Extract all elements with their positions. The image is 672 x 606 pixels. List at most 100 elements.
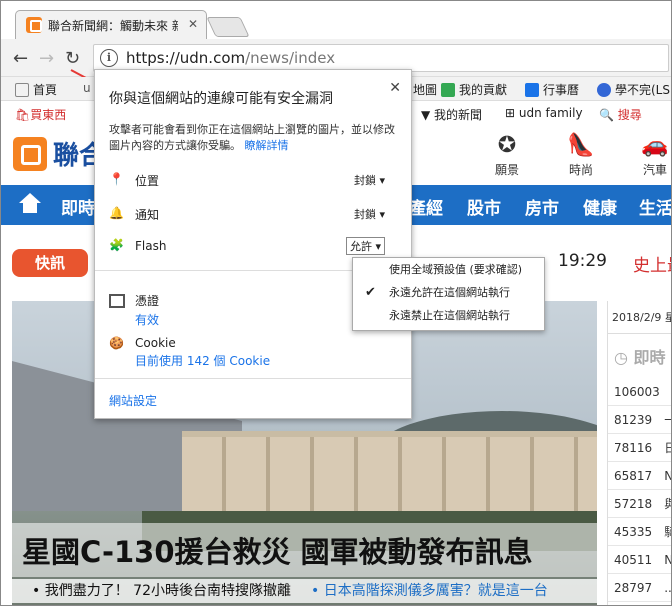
ticker-text[interactable]: 史上最 [633, 251, 671, 276]
udn-family-link[interactable]: ⊞ udn family [505, 106, 583, 120]
news-time: 19:29 [558, 251, 607, 271]
nav-health[interactable]: 健康 [583, 194, 617, 219]
location-blocked-icon: 📍 [109, 172, 124, 186]
sidebar-row[interactable]: 40511 NI [608, 546, 671, 574]
sidebar-row[interactable]: 81239 一 [608, 406, 671, 434]
nav-stocks[interactable]: 股市 [467, 194, 501, 219]
bookmark-calendar[interactable]: 行事曆 [525, 81, 579, 98]
instant-sidebar: 2018/2/9 星 ◷ 即時 106003NI81239一78116日6581… [607, 301, 671, 605]
shop-link[interactable]: 🛍買東西 [15, 106, 66, 123]
flash-dropdown-menu: 使用全域預設值 (要求確認) ✔ 永遠允許在這個網站執行 永遠禁止在這個網站執行 [352, 257, 545, 331]
cert-label: 憑證 [135, 294, 160, 308]
bell-blocked-icon: 🔔 [109, 206, 124, 220]
row-title: 騎 [664, 525, 671, 539]
perm-label: Flash [135, 239, 167, 253]
bookmark-label: 學不完(LS [615, 83, 670, 97]
calendar-icon [525, 82, 539, 97]
category-car[interactable]: 🚗 汽車 [625, 133, 671, 178]
bookmark-label: u [83, 81, 91, 95]
tab-udn[interactable]: 聯合新聞網：觸動未來 新 ✕ [15, 10, 207, 39]
perm-location: 📍 位置 封鎖 ▾ [109, 170, 399, 190]
forward-icon[interactable]: → [39, 48, 54, 69]
nav-economy[interactable]: 產經 [409, 194, 443, 219]
perm-value: 封鎖 [353, 174, 376, 187]
car-icon: 🚗 [641, 133, 669, 158]
udn-family-label: udn family [518, 106, 583, 120]
back-icon[interactable]: ← [13, 48, 28, 69]
bookmark-map[interactable]: 地圖 [413, 81, 437, 98]
sidebar-row[interactable]: 57218 與 [608, 490, 671, 518]
sidebar-row[interactable]: 106003NI [608, 378, 671, 406]
bookmark-label: 我的貢獻 [459, 83, 508, 97]
certificate-icon [109, 294, 125, 308]
row-count: 81239 [614, 413, 653, 427]
category-fashion[interactable]: 👠 時尚 [551, 133, 611, 178]
sidebar-row[interactable]: 78116 日 [608, 434, 671, 462]
sub-headline-right[interactable]: 日本高階探測儀多厲害？就是這一台 [324, 583, 548, 599]
perm-label: 通知 [135, 207, 160, 222]
home-icon[interactable] [19, 193, 41, 215]
option-always-block[interactable]: 永遠禁止在這個網站執行 [353, 304, 544, 327]
search-link[interactable]: 🔍 搜尋 [599, 106, 642, 123]
cookie-row[interactable]: 🍪 Cookie 目前使用 142 個 Cookie [109, 336, 270, 369]
row-count: 78116 [614, 441, 653, 455]
info-icon[interactable]: i [100, 49, 118, 67]
row-title: 與 [664, 497, 671, 511]
perm-flash-select[interactable]: 允許 ▾ [345, 237, 385, 255]
site-settings-link[interactable]: 網站設定 [109, 392, 157, 409]
browser-window: 聯合新聞網：觸動未來 新 ✕ ← → ↻ i https://udn.com/n… [0, 0, 672, 606]
close-icon[interactable]: ✕ [389, 80, 401, 96]
learn-more-link[interactable]: 瞭解詳情 [245, 139, 289, 152]
cert-status[interactable]: 有效 [135, 311, 159, 328]
headline-title[interactable]: 星國C-130援台救災 國軍被動發布訊息 [12, 523, 597, 577]
row-title: NI [664, 553, 671, 567]
my-news-link[interactable]: ▼ 我的新聞 [421, 106, 482, 123]
cookie-count[interactable]: 目前使用 142 個 Cookie [135, 352, 270, 369]
perm-location-select[interactable]: 封鎖 ▾ [354, 172, 385, 188]
reload-icon[interactable]: ↻ [65, 48, 80, 69]
udn-logo-icon [13, 136, 47, 171]
nav-life[interactable]: 生活 [639, 194, 671, 219]
cookie-label: Cookie [135, 336, 176, 350]
perm-value: 允許 [349, 240, 372, 253]
popup-description: 攻擊者可能會看到你正在這個網站上瀏覽的圖片，並以修改圖片內容的方式讓你受騙。 瞭… [109, 122, 401, 154]
bookmark-contrib[interactable]: 我的貢獻 [441, 81, 507, 98]
row-count: 40511 [614, 553, 653, 567]
chat-icon [597, 82, 611, 97]
row-count: 28797 [614, 581, 653, 595]
bag-icon: 🛍 [15, 108, 31, 122]
udn-logo[interactable]: 聯合 [13, 135, 105, 172]
option-label: 使用全域預設值 (要求確認) [389, 263, 523, 276]
page-icon [15, 82, 29, 97]
url-path: /news/index [245, 49, 336, 67]
certificate-row[interactable]: 憑證 有效 [109, 292, 159, 328]
perm-flash: 🧩 Flash 允許 ▾ [109, 236, 399, 256]
row-count: 45335 [614, 525, 653, 539]
bookmark-u[interactable]: u [83, 81, 91, 95]
perm-notify-select[interactable]: 封鎖 ▾ [354, 206, 385, 222]
row-title: NI [664, 469, 671, 483]
sidebar-row[interactable]: 65817 NI [608, 462, 671, 490]
quick-news-badge[interactable]: 快訊 [12, 249, 88, 277]
sidebar-row[interactable]: 45335 騎 [608, 518, 671, 546]
shop-label: 買東西 [30, 108, 67, 122]
url-host: https://udn.com [126, 49, 246, 67]
address-bar[interactable]: i https://udn.com/news/index [93, 44, 669, 72]
nav-housing[interactable]: 房市 [525, 194, 559, 219]
category-vision[interactable]: ✪ 願景 [477, 133, 537, 178]
option-always-allow[interactable]: ✔ 永遠允許在這個網站執行 [353, 281, 544, 304]
new-tab-button[interactable] [206, 17, 250, 37]
nav-instant[interactable]: 即時 [61, 194, 95, 219]
url-text: https://udn.com/news/index [126, 49, 335, 67]
bookmark-home[interactable]: 首頁 [15, 81, 57, 98]
bookmark-label: 地圖 [413, 83, 438, 97]
sidebar-heading: ◷ 即時 [608, 334, 671, 378]
sidebar-row[interactable]: 28797... [608, 574, 671, 602]
divider [95, 378, 411, 379]
vision-icon: ✪ [497, 133, 517, 158]
bookmark-learn[interactable]: 學不完(LS [597, 81, 670, 98]
row-title: ... [664, 581, 672, 595]
sub-headline-left[interactable]: 我們盡力了！ 72小時後台南特搜隊撤離 [45, 583, 291, 599]
close-icon[interactable]: ✕ [188, 17, 198, 31]
option-default[interactable]: 使用全域預設值 (要求確認) [353, 258, 544, 281]
